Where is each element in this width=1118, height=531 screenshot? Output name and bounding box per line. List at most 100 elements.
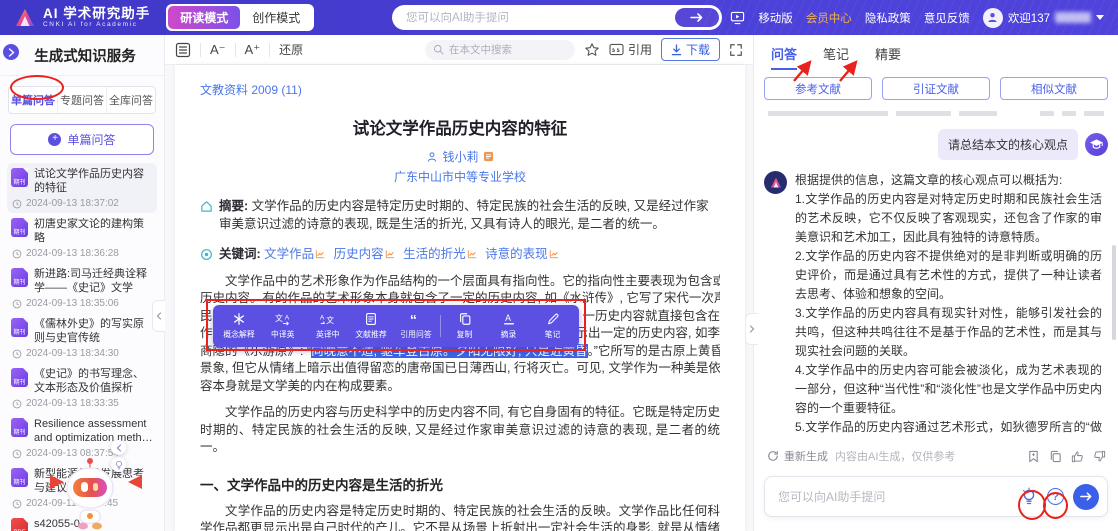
assistant-tabs[interactable]: 问答 笔记 精要 [754,35,1118,70]
assistant-ask-box[interactable]: ? [764,476,1108,517]
concept-explain-button[interactable]: 概念解释 [217,312,261,340]
journal-source-link[interactable]: 文教资料 2009 (11) [200,81,720,98]
copy-button[interactable]: 复制 [443,312,487,340]
regenerate-button[interactable]: 重新生成 [784,448,828,464]
mobile-icon[interactable] [730,11,745,25]
font-smaller-button[interactable]: A⁻ [210,42,226,58]
copy-icon[interactable] [1049,450,1062,463]
in-document-search[interactable] [425,40,575,60]
journal-badge: 期刊 [11,318,28,337]
fullscreen-icon[interactable] [729,43,743,57]
quote-icon [609,43,624,56]
cite-button[interactable]: 引用 [609,41,652,58]
new-single-doc-qa-button[interactable]: + 单篇问答 [10,124,154,155]
tab-digest[interactable]: 精要 [875,44,901,70]
trend-chart-icon[interactable] [315,249,325,259]
keyword-link[interactable]: 文学作品 [264,247,314,261]
list-item[interactable]: 期刊 试论文学作品历史内容的特征 2024-09-13 18:37:02 [7,163,157,213]
in-document-search-input[interactable] [449,44,567,56]
tab-qa[interactable]: 问答 [771,44,797,70]
tab-notes[interactable]: 笔记 [823,44,849,70]
user-menu[interactable]: 欢迎137 [983,8,1104,28]
tab-full-library-qa[interactable]: 全库问答 [106,87,155,113]
translate-zh-en-icon: 文 A [275,312,291,326]
font-larger-button[interactable]: A⁺ [245,42,261,58]
app-logo: AI 学术研究助手 CNKI AI for Academic [14,7,150,29]
svg-text:A: A [320,314,325,321]
scrollbar-thumb[interactable] [1112,245,1116,340]
item-title: 《史记》的书写理念、文本形态及价值探析 [34,368,153,395]
excerpt-button[interactable]: A 摘录 [487,312,531,340]
save-note-icon[interactable] [1027,450,1040,463]
user-question-chip: 请总结本文的核心观点 [938,129,1078,160]
list-item[interactable]: 期刊 新进路:司马迁经典诠释学——《史记》文学研… 2024-09-13 18:… [7,263,157,313]
answer-intro: 根据提供的信息，这篇文章的核心观点可以概括为: [795,171,1102,190]
zh-to-en-button[interactable]: 文 A 中译英 [261,312,305,340]
qa-scope-tabs[interactable]: 单篇问答 专题问答 全库问答 [8,86,156,114]
nav-mobile[interactable]: 移动版 [758,10,793,26]
download-button[interactable]: 下载 [661,38,720,61]
cnki-logo-icon [769,176,783,190]
thumbs-down-icon[interactable] [1093,450,1106,463]
action-label: 英译中 [316,328,339,339]
answer-footer: 重新生成 内容由AI生成，仅供参考 [767,448,1106,464]
mode-toggle[interactable]: 研读模式 创作模式 [166,4,314,31]
help-icon[interactable]: ? [1047,488,1064,505]
sidebar-expand-button[interactable] [3,44,19,60]
keyword-link[interactable]: 历史内容 [334,247,384,261]
list-item[interactable]: 期刊 《史记》的书写理念、文本形态及价值探析 2024-09-13 18:33:… [7,363,157,413]
item-time: 2024-09-13 18:36:28 [26,248,119,259]
references-button[interactable]: 参考文献 [764,77,872,100]
trend-chart-icon[interactable] [467,249,477,259]
literature-recommend-button[interactable]: 文献推荐 [349,312,393,340]
keyword-link[interactable]: 诗意的表现 [485,247,548,261]
user-message-row: 请总结本文的核心观点 [754,129,1118,160]
user-greeting: 欢迎137 [1008,10,1050,26]
tab-single-doc-qa[interactable]: 单篇问答 [9,87,57,113]
assistant-mascot[interactable] [48,455,132,531]
author-name[interactable]: 钱小莉 [442,148,478,165]
nav-feedback[interactable]: 意见反馈 [924,10,970,26]
tab-topic-qa[interactable]: 专题问答 [57,87,106,113]
topbar-send-button[interactable] [675,8,719,27]
note-button[interactable]: 笔记 [531,312,575,340]
cited-by-button[interactable]: 引证文献 [882,77,990,100]
trend-chart-icon[interactable] [549,249,559,259]
clock-icon [12,449,22,459]
sidebar-collapse-handle[interactable] [152,300,165,332]
star-favorite-icon[interactable] [584,42,600,57]
list-item[interactable]: 期刊 初唐史家文论的建构策略 2024-09-13 18:36:28 [7,213,157,263]
tab-read-mode[interactable]: 研读模式 [168,6,240,29]
topbar-ask-box[interactable] [392,5,722,30]
text-fragment: 示出一定的历史内容, 如李 [576,325,720,343]
list-item[interactable]: 期刊 《儒林外史》的写实原则与史官传统 2024-09-13 18:34:30 [7,313,157,363]
thumbs-up-icon[interactable] [1071,450,1084,463]
author-affiliation: 广东中山市中等专业学校 [200,168,720,185]
regenerate-icon[interactable] [767,450,779,462]
assistant-ask-input[interactable] [778,490,1011,504]
citation-qa-button[interactable]: “ 引用问答 [394,312,438,340]
outline-icon[interactable] [175,42,191,58]
search-icon [433,44,444,55]
chevron-right-icon [749,325,755,333]
prompt-bulb-icon[interactable] [1020,487,1038,507]
nav-privacy-policy[interactable]: 隐私政策 [865,10,911,26]
keyword-link[interactable]: 生活的折光 [403,247,466,261]
right-panel-collapse-handle[interactable] [745,313,758,345]
section-heading: 一、文学作品中的历史内容是生活的折光 [200,474,720,494]
journal-badge: 期刊 [11,268,28,287]
nav-member-center[interactable]: 会员中心 [806,10,852,26]
collapse-mascot-button[interactable] [111,440,126,455]
divider [200,43,201,57]
similar-docs-button[interactable]: 相似文献 [1000,77,1108,100]
restore-button[interactable]: 还原 [279,41,303,58]
action-label: 引用问答 [400,328,431,339]
en-to-zh-button[interactable]: A 文 英译中 [305,312,349,340]
keywords-block: 关键词: 文学作品 历史内容 生活的折光 诗意的表现 [200,246,720,264]
user-avatar[interactable] [983,8,1003,28]
trend-chart-icon[interactable] [385,249,395,259]
chevron-down-icon [1096,15,1104,20]
assistant-send-button[interactable] [1073,484,1099,510]
tab-create-mode[interactable]: 创作模式 [240,6,312,29]
topbar-ask-input[interactable] [406,12,675,24]
